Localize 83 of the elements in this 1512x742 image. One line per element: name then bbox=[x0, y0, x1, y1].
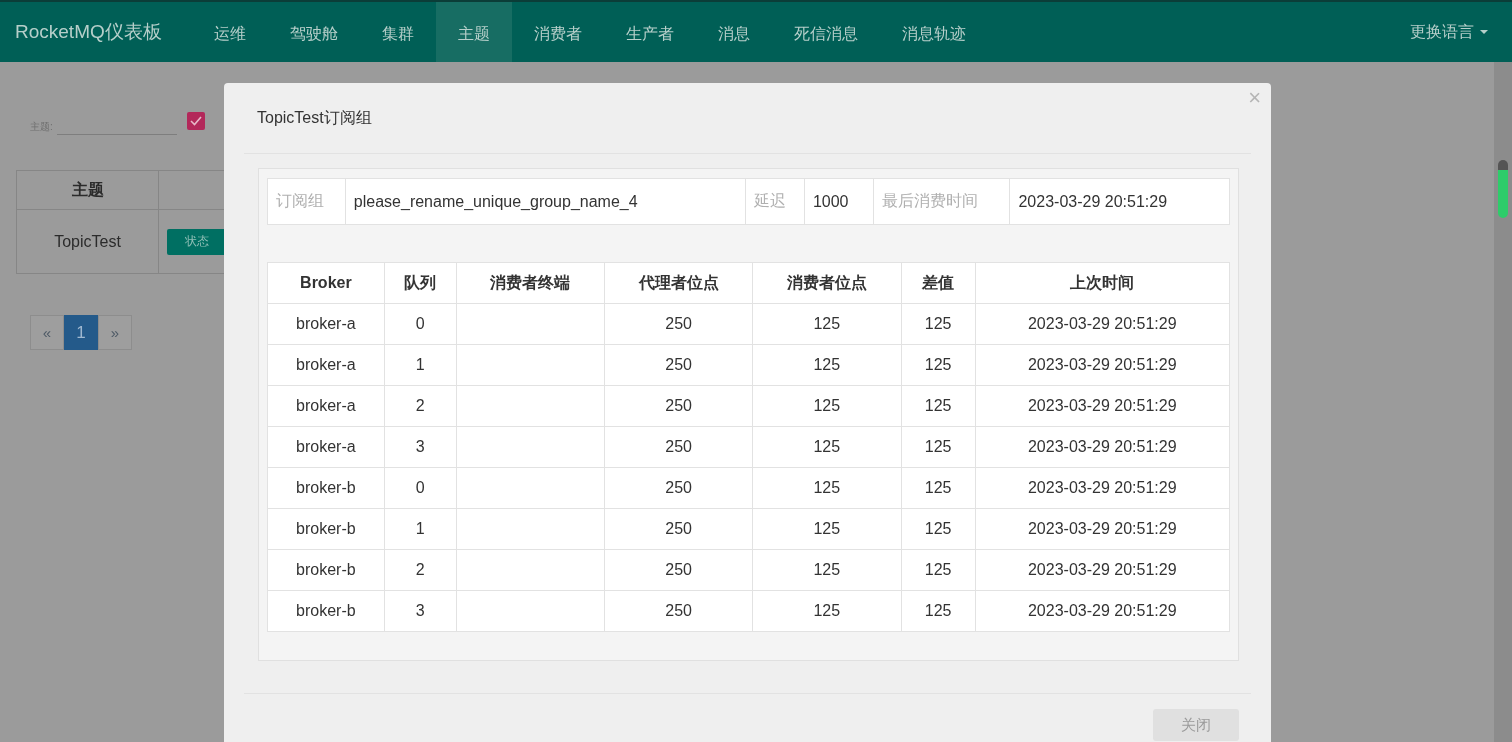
nav-tab[interactable]: 运维 bbox=[191, 2, 268, 62]
table-cell-text: 2023-03-29 20:51:29 bbox=[1026, 560, 1178, 580]
field-label: 延迟 bbox=[746, 179, 805, 224]
table-cell: 2 bbox=[384, 550, 457, 590]
caret-icon bbox=[1480, 30, 1488, 34]
language-dropdown[interactable]: 更换语言 bbox=[1410, 2, 1488, 62]
table-cell-text: 2023-03-29 20:51:29 bbox=[1026, 355, 1178, 375]
table-cell: 125 bbox=[753, 550, 902, 590]
table-cell-text: 2023-03-29 20:51:29 bbox=[1026, 314, 1178, 334]
table-cell: 1 bbox=[384, 509, 457, 549]
table-cell: 125 bbox=[753, 427, 902, 467]
previous-page-button[interactable]: « bbox=[30, 315, 64, 350]
table-cell-text: 2023-03-29 20:51:29 bbox=[1026, 437, 1178, 457]
nav-tab[interactable]: 消息轨迹 bbox=[879, 2, 988, 62]
table-cell: 250 bbox=[605, 591, 753, 631]
table-cell: 250 bbox=[605, 550, 753, 590]
table-cell-text: 2023-03-29 20:51:29 bbox=[1026, 519, 1178, 539]
field-value: please_rename_unique_group_name_4 bbox=[345, 179, 746, 224]
table-cell: 125 bbox=[901, 304, 976, 344]
dialog-title: TopicTest订阅组 bbox=[257, 107, 372, 128]
table-cell: broker-a bbox=[268, 427, 385, 467]
field-value: 2023-03-29 20:51:29 bbox=[1017, 191, 1169, 212]
table-cell: TopicTest bbox=[17, 210, 159, 273]
column-header: 上次时间 bbox=[1069, 272, 1136, 293]
table-cell: 250 bbox=[605, 468, 753, 508]
table-cell-text: 2023-03-29 20:51:29 bbox=[1026, 396, 1178, 416]
column-header: 主题 bbox=[17, 171, 159, 209]
table-cell: 125 bbox=[901, 386, 976, 426]
table-cell: broker-a bbox=[268, 304, 385, 344]
table-cell: 125 bbox=[753, 386, 902, 426]
table-cell: 2 bbox=[384, 386, 457, 426]
nav-tab[interactable]: 死信消息 bbox=[771, 2, 880, 62]
table-cell: 250 bbox=[605, 386, 753, 426]
table-cell: 125 bbox=[753, 591, 902, 631]
table-cell: 0 bbox=[384, 304, 457, 344]
table-cell: 250 bbox=[605, 304, 753, 344]
table-cell: 125 bbox=[901, 345, 976, 385]
nav-tab[interactable]: 消息 bbox=[695, 2, 772, 62]
table-cell: broker-b bbox=[268, 509, 385, 549]
nav-tab[interactable]: 驾驶舱 bbox=[267, 2, 360, 62]
table-cell: broker-a bbox=[268, 386, 385, 426]
table-cell: 3 bbox=[384, 591, 457, 631]
field-value: 1000 bbox=[804, 179, 874, 224]
table-cell: 250 bbox=[605, 509, 753, 549]
table-cell: 125 bbox=[753, 468, 902, 508]
table-cell: broker-b bbox=[268, 550, 385, 590]
checkbox[interactable] bbox=[186, 112, 205, 130]
table-cell-text: 2023-03-29 20:51:29 bbox=[1026, 601, 1178, 621]
page-button[interactable]: 1 bbox=[64, 315, 98, 350]
table-cell: 125 bbox=[901, 427, 976, 467]
table-cell: 125 bbox=[901, 468, 976, 508]
scrollbar-thumb[interactable] bbox=[1498, 160, 1508, 218]
table-cell: broker-a bbox=[268, 345, 385, 385]
table-cell: 250 bbox=[605, 427, 753, 467]
table-cell: 0 bbox=[384, 468, 457, 508]
table-cell: 125 bbox=[753, 345, 902, 385]
brand-title[interactable]: RocketMQ仪表板 bbox=[0, 2, 184, 62]
table-cell: 125 bbox=[901, 509, 976, 549]
table-cell: 125 bbox=[753, 304, 902, 344]
nav-tab[interactable]: 消费者 bbox=[511, 2, 604, 62]
status-button[interactable]: 状态 bbox=[167, 228, 227, 255]
table-cell: 1 bbox=[384, 345, 457, 385]
nav-tab[interactable]: 主题 bbox=[435, 2, 512, 62]
next-page-button[interactable]: » bbox=[98, 315, 132, 350]
column-header: 消费者终端 bbox=[456, 263, 606, 303]
table-cell: 125 bbox=[901, 550, 976, 590]
column-header: 代理者位点 bbox=[605, 263, 753, 303]
table-cell-text: 2023-03-29 20:51:29 bbox=[1026, 478, 1178, 498]
column-header: 差值 bbox=[901, 263, 976, 303]
nav-tab[interactable]: 生产者 bbox=[603, 2, 696, 62]
column-header: Broker bbox=[268, 263, 385, 303]
table-cell: 3 bbox=[384, 427, 457, 467]
field-label: 最后消费时间 bbox=[873, 179, 1011, 224]
nav-tab[interactable]: 集群 bbox=[359, 2, 436, 62]
column-header: 队列 bbox=[384, 263, 457, 303]
table-cell: broker-b bbox=[268, 591, 385, 631]
table-cell: broker-b bbox=[268, 468, 385, 508]
table-cell: 125 bbox=[901, 591, 976, 631]
table-cell: 125 bbox=[753, 509, 902, 549]
column-header: 消费者位点 bbox=[753, 263, 902, 303]
field-label: 订阅组 bbox=[268, 179, 346, 224]
table-cell: 250 bbox=[605, 345, 753, 385]
scrollbar[interactable] bbox=[1494, 62, 1512, 742]
